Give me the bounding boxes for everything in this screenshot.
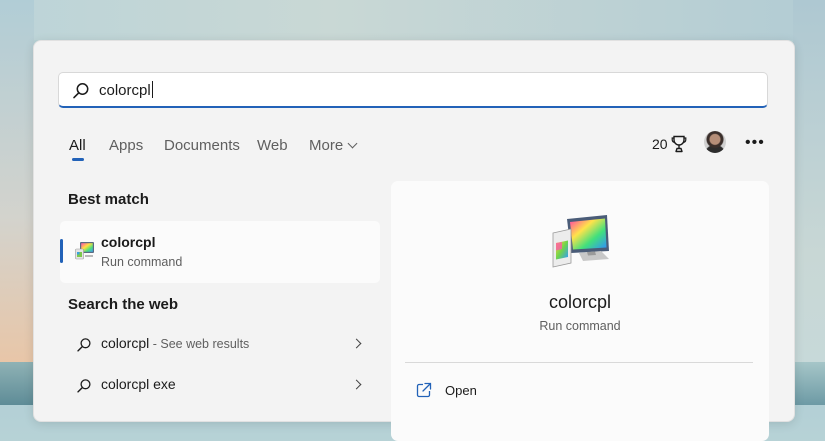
desktop-background-right [793, 0, 825, 362]
selection-accent [60, 239, 63, 263]
web-result-suffix: - See web results [149, 337, 250, 351]
search-input[interactable]: colorcpl [58, 72, 768, 108]
color-management-app-icon [75, 242, 94, 260]
web-result-query: colorcpl exe [101, 376, 176, 392]
tab-more-label: More [309, 137, 344, 154]
chevron-right-icon [351, 379, 362, 390]
ellipsis-icon[interactable]: ••• [745, 134, 765, 152]
text-caret [151, 81, 153, 98]
search-icon [77, 338, 91, 352]
chevron-right-icon [351, 338, 362, 349]
search-panel: colorcpl All Apps Documents Web More 20 … [33, 40, 795, 441]
desktop-sea-left [0, 362, 34, 405]
open-action-label[interactable]: Open [445, 383, 477, 398]
divider [405, 362, 753, 363]
tab-more[interactable]: More [309, 137, 358, 154]
tab-web[interactable]: Web [257, 137, 288, 154]
best-match-result[interactable] [60, 221, 380, 283]
chevron-down-icon [347, 138, 358, 149]
open-external-icon[interactable] [416, 382, 432, 398]
search-query: colorcpl [99, 82, 151, 99]
search-icon [77, 379, 91, 393]
tab-apps[interactable]: Apps [109, 137, 143, 154]
web-result-item[interactable]: colorcpl - See web results [60, 327, 380, 363]
user-avatar[interactable] [704, 131, 726, 153]
best-match-heading: Best match [68, 191, 149, 208]
web-result-query: colorcpl [101, 335, 150, 351]
search-web-heading: Search the web [68, 296, 179, 313]
search-icon [73, 83, 89, 99]
desktop-background-left [0, 0, 34, 362]
tab-documents[interactable]: Documents [164, 137, 240, 154]
preview-title: colorcpl [548, 292, 612, 312]
color-management-app-icon [552, 215, 609, 268]
web-result-item[interactable]: colorcpl exe [60, 368, 380, 404]
desktop-background [0, 0, 825, 40]
best-match-subtitle: Run command [101, 255, 183, 269]
active-tab-indicator [72, 158, 84, 161]
preview-subtitle: Run command [539, 319, 621, 333]
rewards-points[interactable]: 20 [652, 136, 668, 152]
tab-all[interactable]: All [69, 137, 86, 154]
trophy-icon[interactable] [671, 135, 687, 153]
desktop-sea-right [793, 362, 825, 405]
best-match-title: colorcpl [101, 234, 156, 250]
